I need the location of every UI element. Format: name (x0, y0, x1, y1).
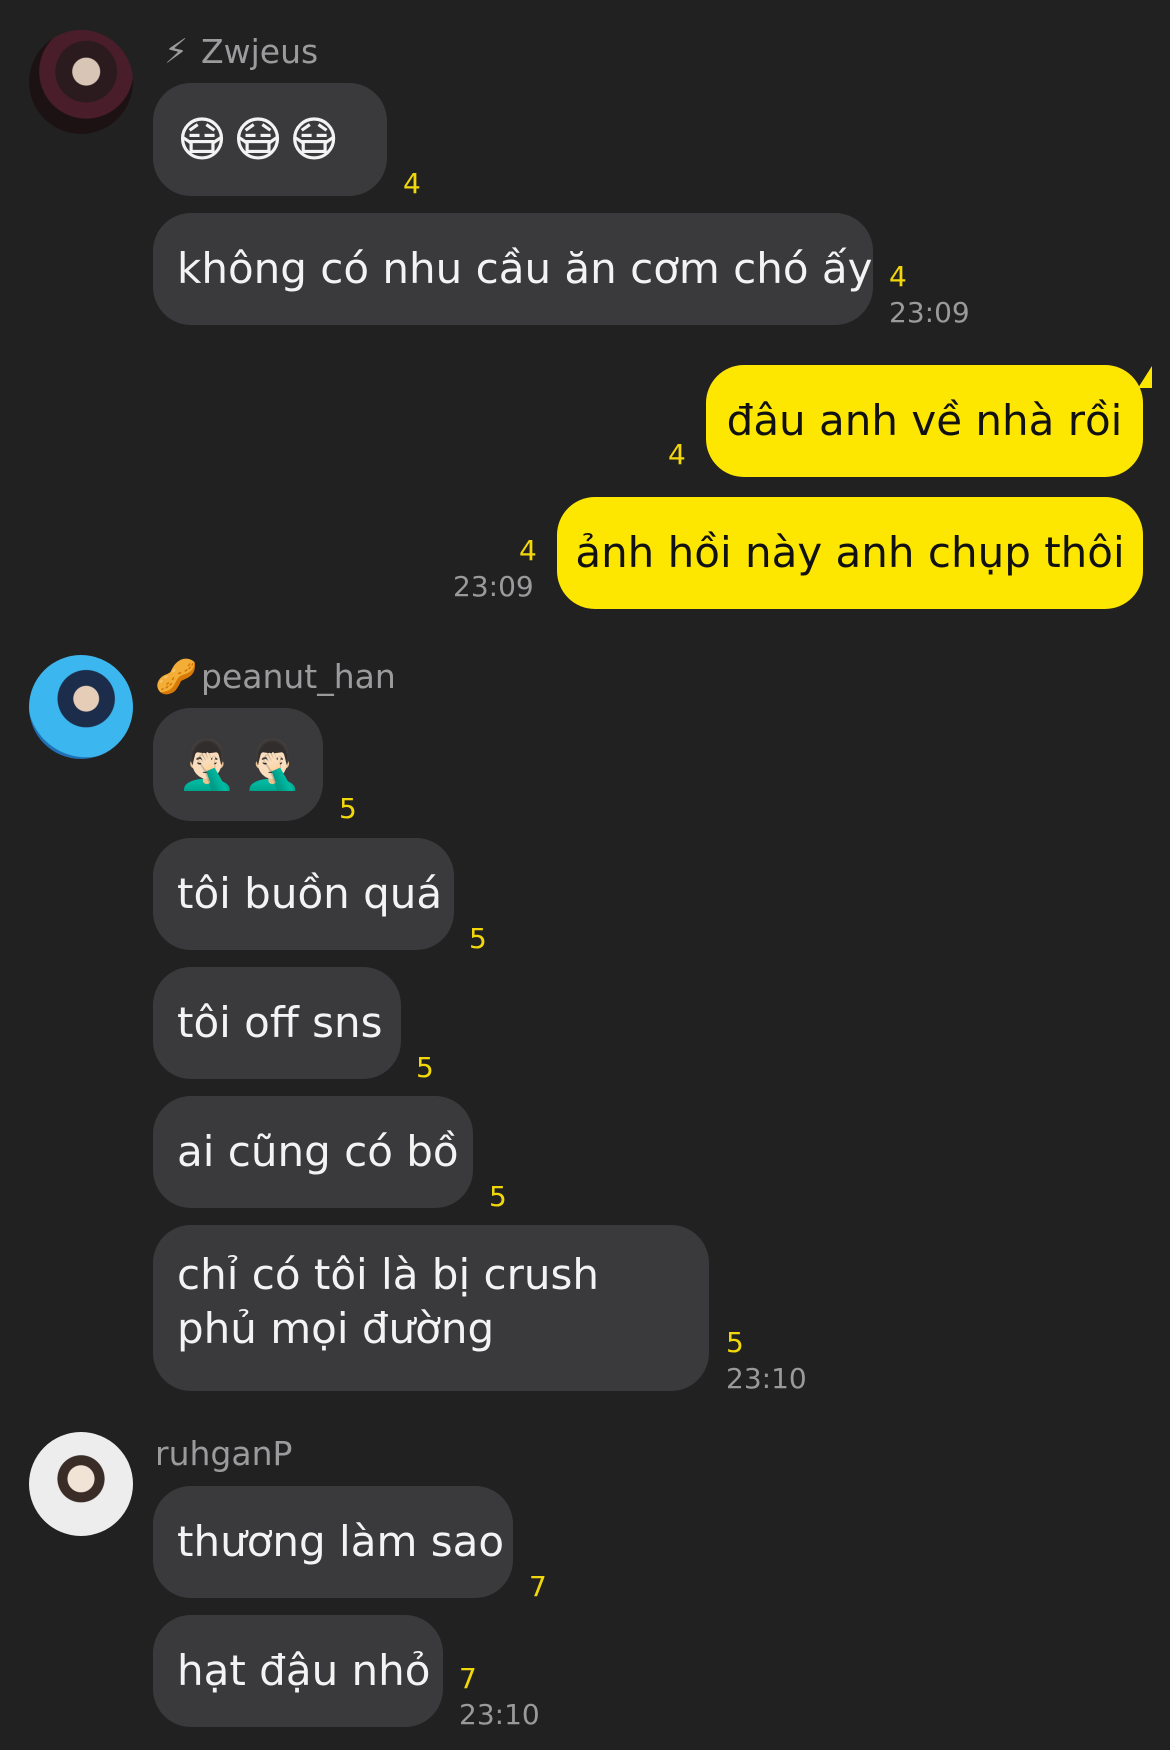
unread-count: 4 (403, 167, 421, 200)
message-bubble[interactable]: tôi buồn quá (153, 838, 454, 950)
message-bubble[interactable]: ai cũng có bồ (153, 1096, 473, 1208)
sender-name-text: peanut_han (201, 657, 396, 696)
avatar-peanut-han[interactable] (29, 655, 133, 759)
message-text: hạt đậu nhỏ (177, 1646, 431, 1695)
timestamp: 23:09 (453, 570, 534, 603)
sender-name-peanut-han: 🥜 peanut_han (155, 657, 396, 697)
peanut-icon: 🥜 (155, 657, 198, 697)
avatar-ruhganp[interactable] (29, 1432, 133, 1536)
message-bubble[interactable]: tôi off sns (153, 967, 401, 1079)
unread-count: 5 (416, 1051, 434, 1084)
message-text: tôi buồn quá (177, 869, 443, 918)
message-bubble[interactable]: 🤦🏻‍♂️🤦🏻‍♂️ (153, 708, 323, 821)
message-text: không có nhu cầu ăn cơm chó ấy (177, 244, 873, 293)
unread-count: 4 (668, 438, 686, 471)
unread-count: 5 (339, 792, 357, 825)
message-text: ai cũng có bồ (177, 1127, 459, 1176)
message-bubble[interactable]: 😷😷😷 (153, 83, 387, 196)
message-text: đâu anh về nhà rồi (726, 396, 1123, 445)
avatar-zwjeus[interactable] (29, 30, 133, 134)
unread-count: 5 (726, 1326, 744, 1359)
message-text: thương làm sao (177, 1517, 505, 1566)
timestamp: 23:10 (726, 1362, 807, 1395)
sender-name-text: Zwjeus (201, 32, 319, 71)
chat-window: ⚡ Zwjeus 😷😷😷 4 không có nhu cầu ăn cơm c… (0, 0, 1170, 1750)
message-bubble[interactable]: thương làm sao (153, 1486, 513, 1598)
timestamp: 23:09 (889, 296, 970, 329)
timestamp: 23:10 (459, 1698, 540, 1731)
message-text: 🤦🏻‍♂️🤦🏻‍♂️ (177, 736, 309, 793)
lightning-bolt-icon: ⚡ (164, 32, 188, 72)
unread-count: 7 (529, 1570, 547, 1603)
unread-count: 5 (489, 1180, 507, 1213)
sender-name-ruhganp: ruhganP (155, 1434, 292, 1474)
message-bubble[interactable]: hạt đậu nhỏ (153, 1615, 443, 1727)
unread-count: 5 (469, 922, 487, 955)
message-bubble[interactable]: không có nhu cầu ăn cơm chó ấy (153, 213, 873, 325)
message-bubble-outgoing[interactable]: ảnh hồi này anh chụp thôi (557, 497, 1143, 609)
message-text: chỉ có tôi là bị crush phủ mọi đường (177, 1250, 599, 1353)
sender-name-text: ruhganP (155, 1434, 293, 1473)
sender-name-zwjeus: ⚡ Zwjeus (155, 32, 318, 72)
message-text: 😷😷😷 (177, 111, 346, 168)
message-text: tôi off sns (177, 998, 383, 1047)
message-bubble-outgoing[interactable]: đâu anh về nhà rồi (706, 365, 1143, 477)
message-text: ảnh hồi này anh chụp thôi (575, 528, 1125, 577)
unread-count: 4 (889, 260, 907, 293)
message-bubble[interactable]: chỉ có tôi là bị crush phủ mọi đường (153, 1225, 709, 1391)
unread-count: 7 (459, 1662, 477, 1695)
unread-count: 4 (519, 534, 537, 567)
bubble-tail (1138, 366, 1152, 388)
